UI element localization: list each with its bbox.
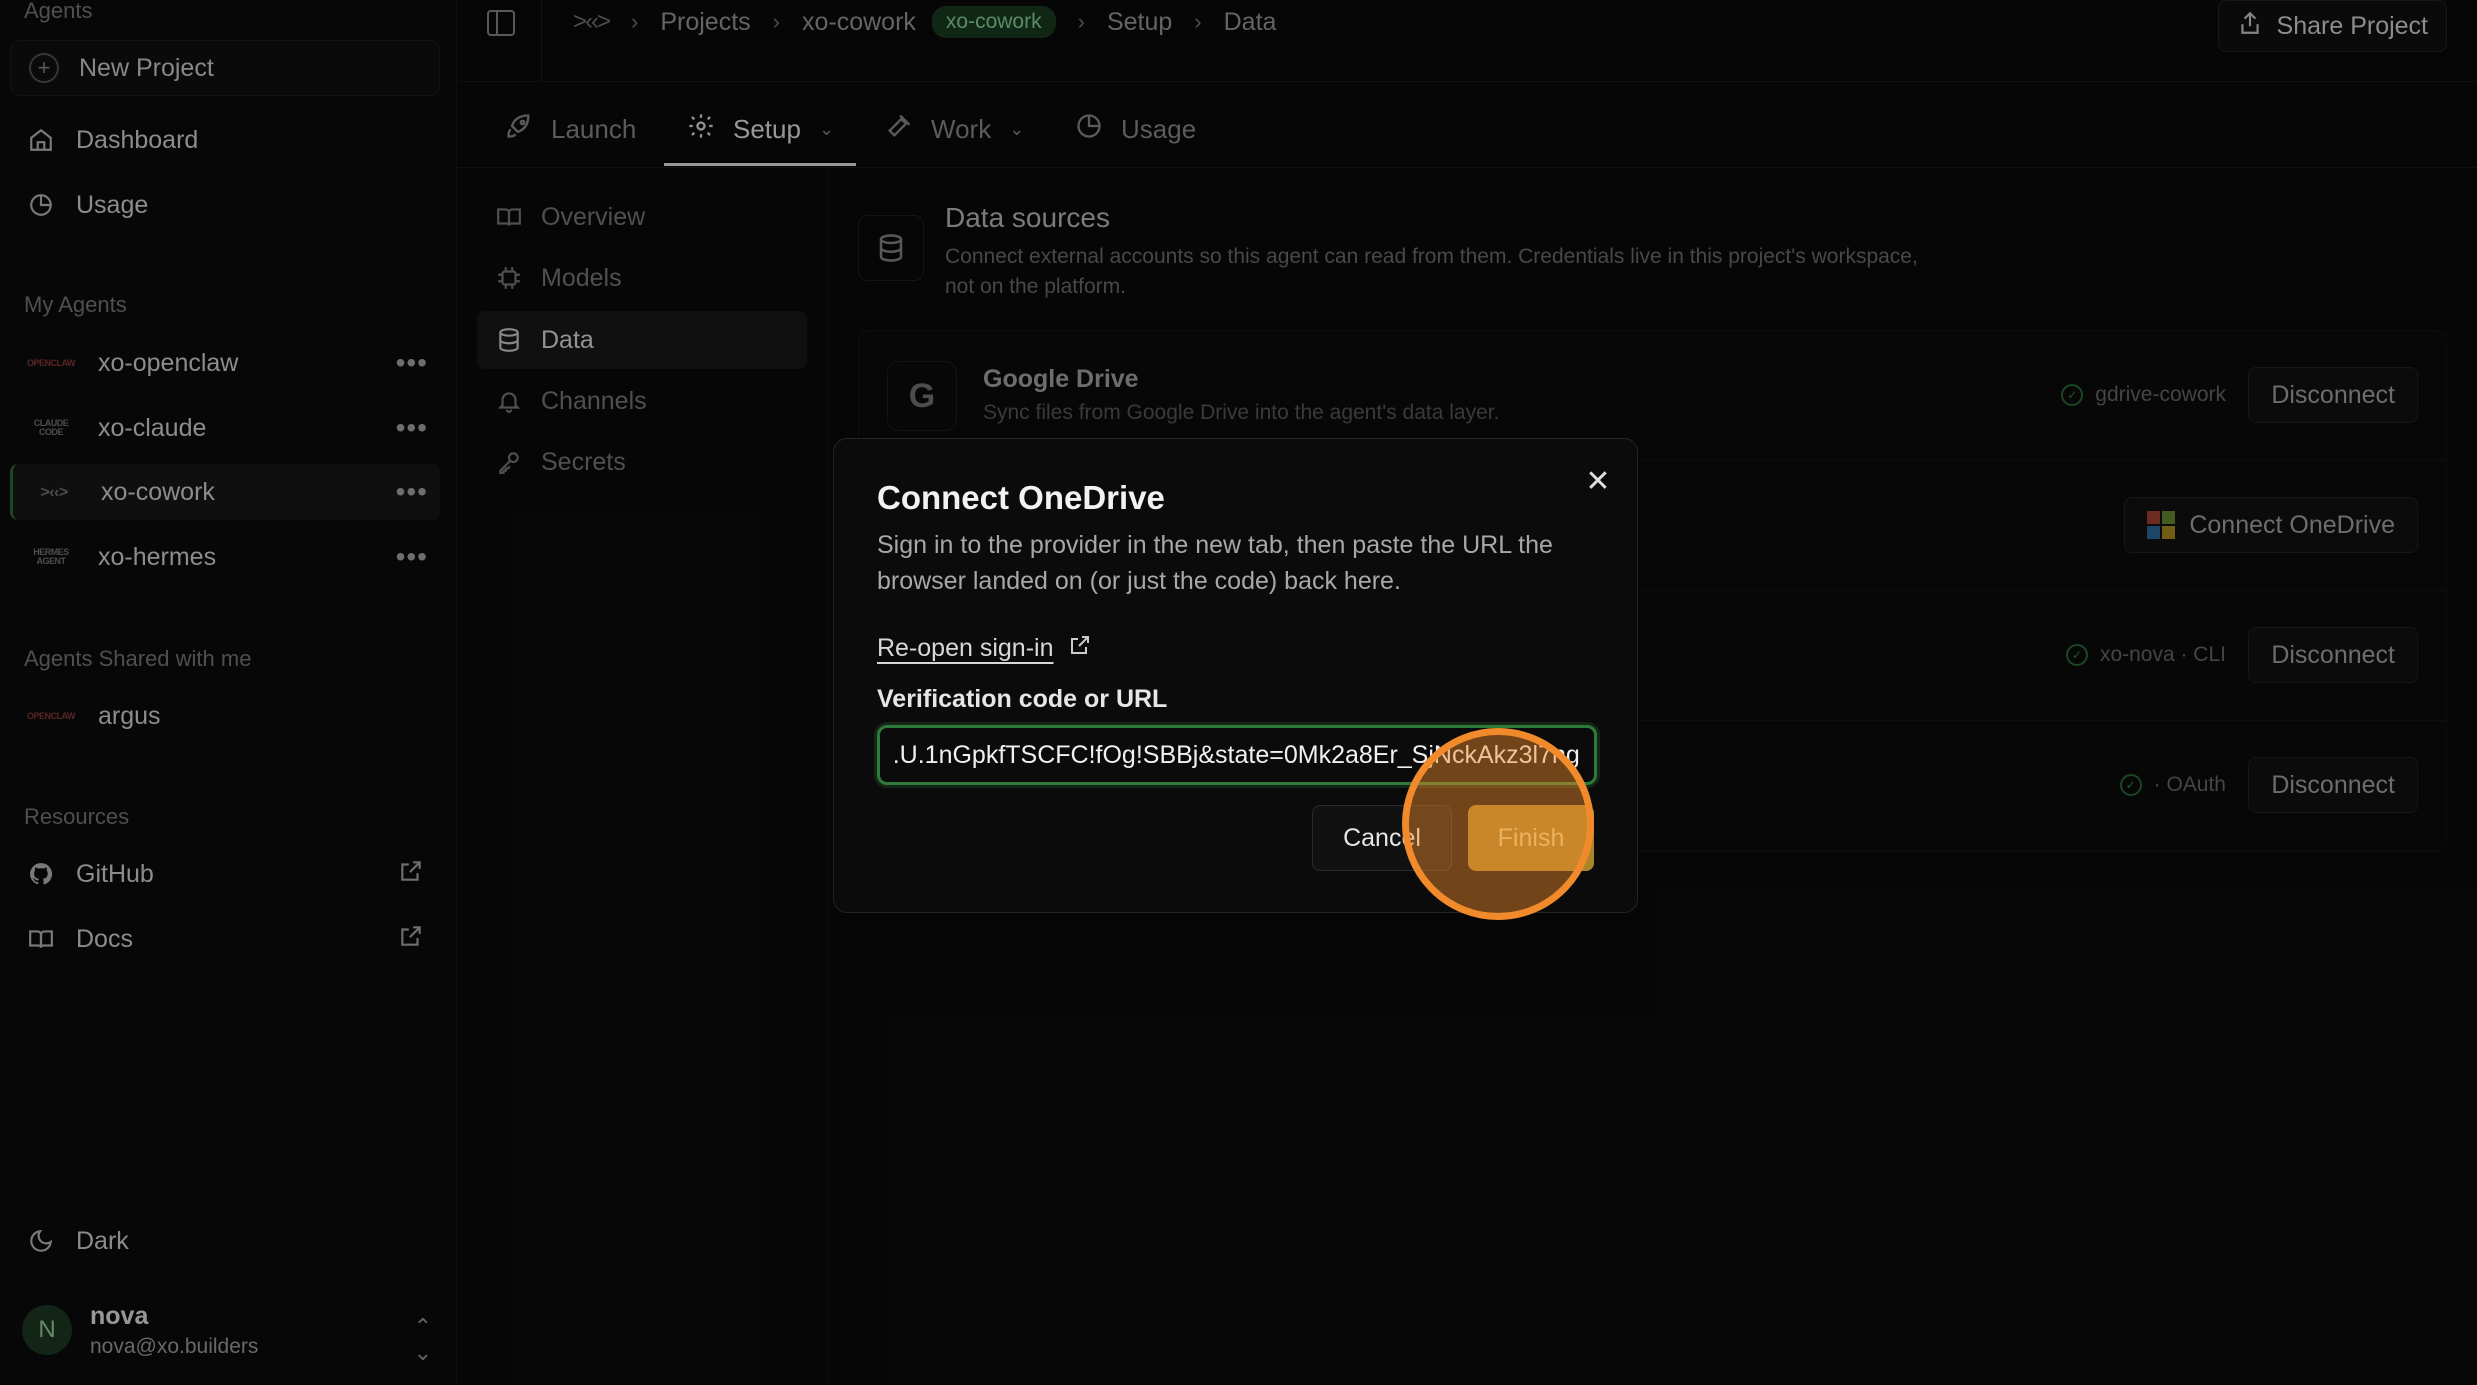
link-label: Re-open sign-in: [877, 634, 1054, 662]
external-link-icon: [1068, 633, 1092, 664]
click-indicator: [1402, 728, 1594, 920]
close-icon[interactable]: ✕: [1583, 467, 1613, 497]
reopen-sign-in-link[interactable]: Re-open sign-in: [877, 633, 1092, 664]
dialog-description: Sign in to the provider in the new tab, …: [877, 531, 1553, 595]
verification-field-label: Verification code or URL: [877, 685, 1168, 713]
dialog-title: Connect OneDrive: [877, 479, 1165, 516]
